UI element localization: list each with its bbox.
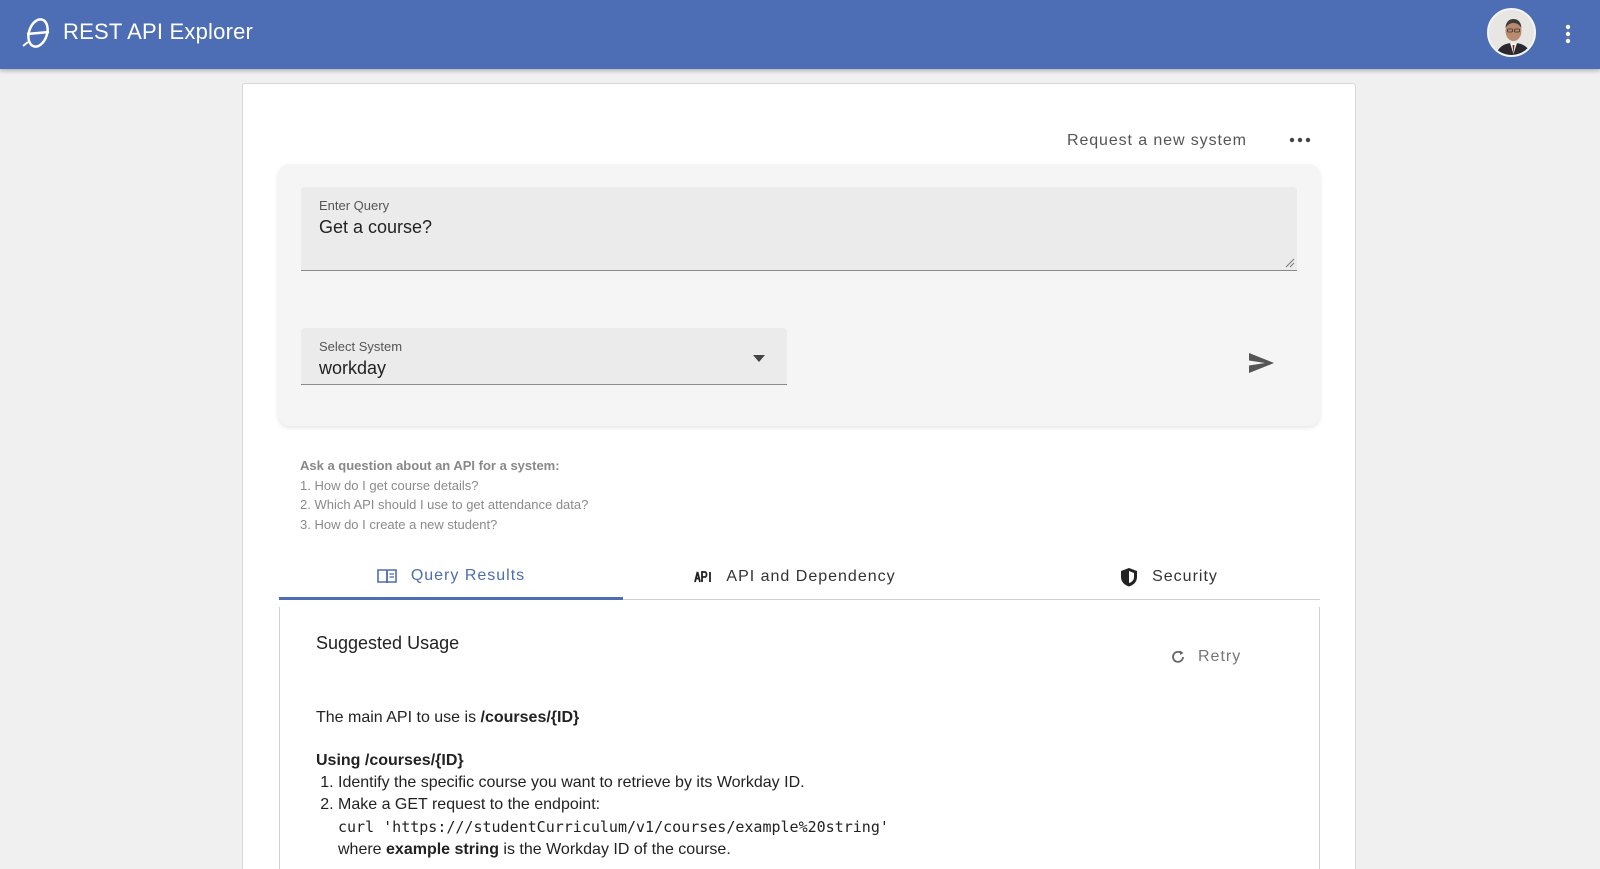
usage-step: Identify the specific course you want to…	[338, 772, 1276, 794]
request-new-system-link[interactable]: Request a new system	[1067, 132, 1297, 150]
tab-label: Query Results	[410, 566, 526, 584]
where-suffix: is the Workday ID of the course.	[498, 841, 731, 858]
tab-security[interactable]: Security	[1019, 554, 1319, 600]
resize-grip-icon[interactable]	[1285, 258, 1295, 268]
query-input-label: Enter Query	[319, 198, 390, 213]
app-title: REST API Explorer	[63, 19, 254, 44]
query-results-panel: Suggested Usage Retry The main API to us…	[279, 607, 1320, 869]
user-avatar-image	[1489, 10, 1534, 55]
system-select-value[interactable]: workday	[319, 358, 386, 379]
intro-line: The main API to use is /courses/{ID}	[316, 707, 1276, 729]
query-hints: Ask a question about an API for a system…	[300, 456, 588, 534]
hint-item: 1. How do I get course details?	[300, 477, 479, 493]
hint-item: 2. Which API should I use to get attenda…	[300, 497, 589, 512]
where-prefix: where	[338, 841, 387, 858]
shield-icon	[1121, 568, 1138, 587]
main-api-path: /courses/{ID}	[480, 709, 580, 726]
book-icon	[377, 568, 397, 583]
more-horizontal-icon[interactable]	[1285, 126, 1315, 154]
theta-logo-icon[interactable]	[20, 16, 52, 50]
results-tabs: Query Results API and Dependency Securit…	[279, 554, 1320, 600]
hint-item: 3. How do I create a new student?	[300, 516, 498, 532]
suggested-usage-content: The main API to use is /courses/{ID} Usi…	[316, 707, 1276, 861]
dropdown-arrow-icon[interactable]	[753, 355, 765, 362]
curl-command: curl 'https:///studentCurriculum/v1/cour…	[338, 818, 889, 836]
retry-button[interactable]: Retry	[1170, 645, 1241, 669]
tab-query-results[interactable]: Query Results	[279, 554, 623, 600]
query-input-value[interactable]: Get a course?	[319, 217, 432, 238]
tab-label: API and Dependency	[726, 568, 896, 585]
section-heading: Using /courses/{ID}	[316, 750, 1276, 772]
where-term: example string	[386, 841, 499, 858]
intro-prefix: The main API to use is	[316, 709, 481, 726]
query-input[interactable]: Enter Query Get a course?	[301, 187, 1297, 271]
query-card: Enter Query Get a course? Select System …	[278, 164, 1320, 426]
hints-title: Ask a question about an API for a system…	[300, 458, 560, 473]
avatar[interactable]	[1487, 8, 1536, 57]
system-select[interactable]: Select System workday	[301, 328, 787, 385]
api-icon	[694, 571, 712, 583]
refresh-icon	[1172, 650, 1184, 663]
tab-api-dependency[interactable]: API and Dependency	[623, 554, 967, 600]
section-heading-text: Using /courses/{ID}	[316, 752, 464, 769]
results-title: Suggested Usage	[316, 633, 460, 653]
system-select-label: Select System	[319, 339, 403, 354]
app-bar: REST API Explorer	[0, 0, 1600, 69]
retry-label: Retry	[1198, 648, 1242, 665]
usage-step-text: Make a GET request to the endpoint:	[338, 796, 601, 813]
send-icon[interactable]	[1246, 348, 1276, 378]
usage-steps: Identify the specific course you want to…	[316, 772, 1276, 861]
main-panel: Request a new system Enter Query Get a c…	[242, 83, 1356, 869]
usage-step: Make a GET request to the endpoint: curl…	[338, 794, 1276, 861]
tab-label: Security	[1152, 568, 1218, 585]
more-vertical-icon[interactable]	[1560, 22, 1576, 46]
